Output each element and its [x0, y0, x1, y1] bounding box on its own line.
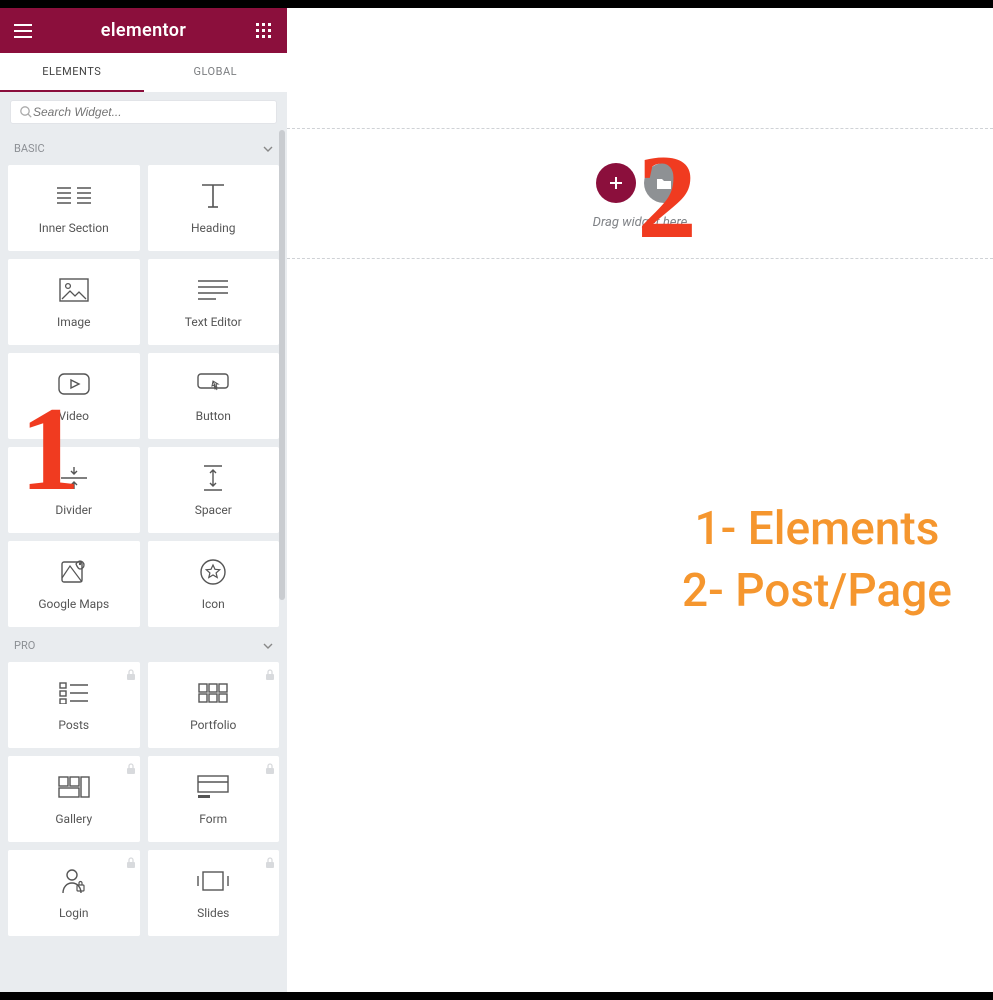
group-pro-header[interactable]: PRO	[0, 627, 287, 662]
widget-slides[interactable]: Slides	[148, 850, 280, 936]
group-pro-label: PRO	[14, 639, 35, 652]
scrollbar[interactable]	[279, 130, 285, 600]
editor-canvas[interactable]: Drag widget here 2 1- Elements 2- Post/P…	[287, 8, 993, 992]
button-icon	[197, 369, 229, 399]
lock-icon	[265, 666, 275, 685]
lock-icon	[126, 760, 136, 779]
widget-google-maps[interactable]: Google Maps	[8, 541, 140, 627]
menu-icon[interactable]	[12, 20, 34, 42]
widget-login[interactable]: Login	[8, 850, 140, 936]
lock-icon	[126, 854, 136, 873]
annotation-legend: 1- Elements 2- Post/Page	[682, 498, 952, 622]
video-icon	[58, 369, 90, 399]
posts-icon	[59, 678, 89, 708]
apps-icon[interactable]	[253, 20, 275, 42]
heading-icon	[198, 181, 228, 211]
widget-image[interactable]: Image	[8, 259, 140, 345]
chevron-down-icon	[263, 641, 273, 651]
widget-grid-pro: Posts Portfolio Gallery Form	[0, 662, 287, 936]
widget-grid-basic: Inner Section Heading Image Text Editor …	[0, 165, 287, 627]
widget-spacer[interactable]: Spacer	[148, 447, 280, 533]
gallery-icon	[58, 772, 90, 802]
form-icon	[197, 772, 229, 802]
widget-button[interactable]: Button	[148, 353, 280, 439]
login-icon	[61, 866, 87, 896]
sidebar-panel: elementor ELEMENTS GLOBAL BASIC Inner Se…	[0, 8, 287, 992]
google-maps-icon	[60, 557, 88, 587]
widget-text-editor[interactable]: Text Editor	[148, 259, 280, 345]
widget-posts[interactable]: Posts	[8, 662, 140, 748]
tab-global[interactable]: GLOBAL	[144, 53, 288, 92]
widget-video[interactable]: Video	[8, 353, 140, 439]
sidebar-header: elementor	[0, 8, 287, 53]
group-basic-header[interactable]: BASIC	[0, 130, 287, 165]
widget-form[interactable]: Form	[148, 756, 280, 842]
slides-icon	[196, 866, 230, 896]
widget-heading[interactable]: Heading	[148, 165, 280, 251]
portfolio-icon	[198, 678, 228, 708]
folder-icon	[656, 176, 672, 190]
new-section-placeholder[interactable]: Drag widget here	[287, 128, 993, 259]
widget-divider[interactable]: Divider	[8, 447, 140, 533]
widget-gallery[interactable]: Gallery	[8, 756, 140, 842]
plus-icon	[608, 175, 624, 191]
lock-icon	[265, 854, 275, 873]
section-action-buttons	[596, 163, 684, 203]
search-row	[10, 100, 277, 124]
template-library-button[interactable]	[644, 163, 684, 203]
sidebar-tabs: ELEMENTS GLOBAL	[0, 53, 287, 92]
widget-portfolio[interactable]: Portfolio	[148, 662, 280, 748]
chevron-down-icon	[263, 144, 273, 154]
divider-icon	[59, 463, 89, 493]
image-icon	[59, 275, 89, 305]
search-input[interactable]	[33, 105, 268, 119]
lock-icon	[265, 760, 275, 779]
app-title: elementor	[101, 20, 187, 41]
add-section-button[interactable]	[596, 163, 636, 203]
drag-hint-text: Drag widget here	[593, 215, 688, 230]
widget-inner-section[interactable]: Inner Section	[8, 165, 140, 251]
inner-section-icon	[57, 181, 91, 211]
group-basic-label: BASIC	[14, 142, 45, 155]
lock-icon	[126, 666, 136, 685]
spacer-icon	[201, 463, 225, 493]
text-editor-icon	[198, 275, 228, 305]
star-icon	[199, 557, 227, 587]
widget-icon[interactable]: Icon	[148, 541, 280, 627]
search-icon	[19, 105, 33, 119]
tab-elements[interactable]: ELEMENTS	[0, 53, 144, 92]
